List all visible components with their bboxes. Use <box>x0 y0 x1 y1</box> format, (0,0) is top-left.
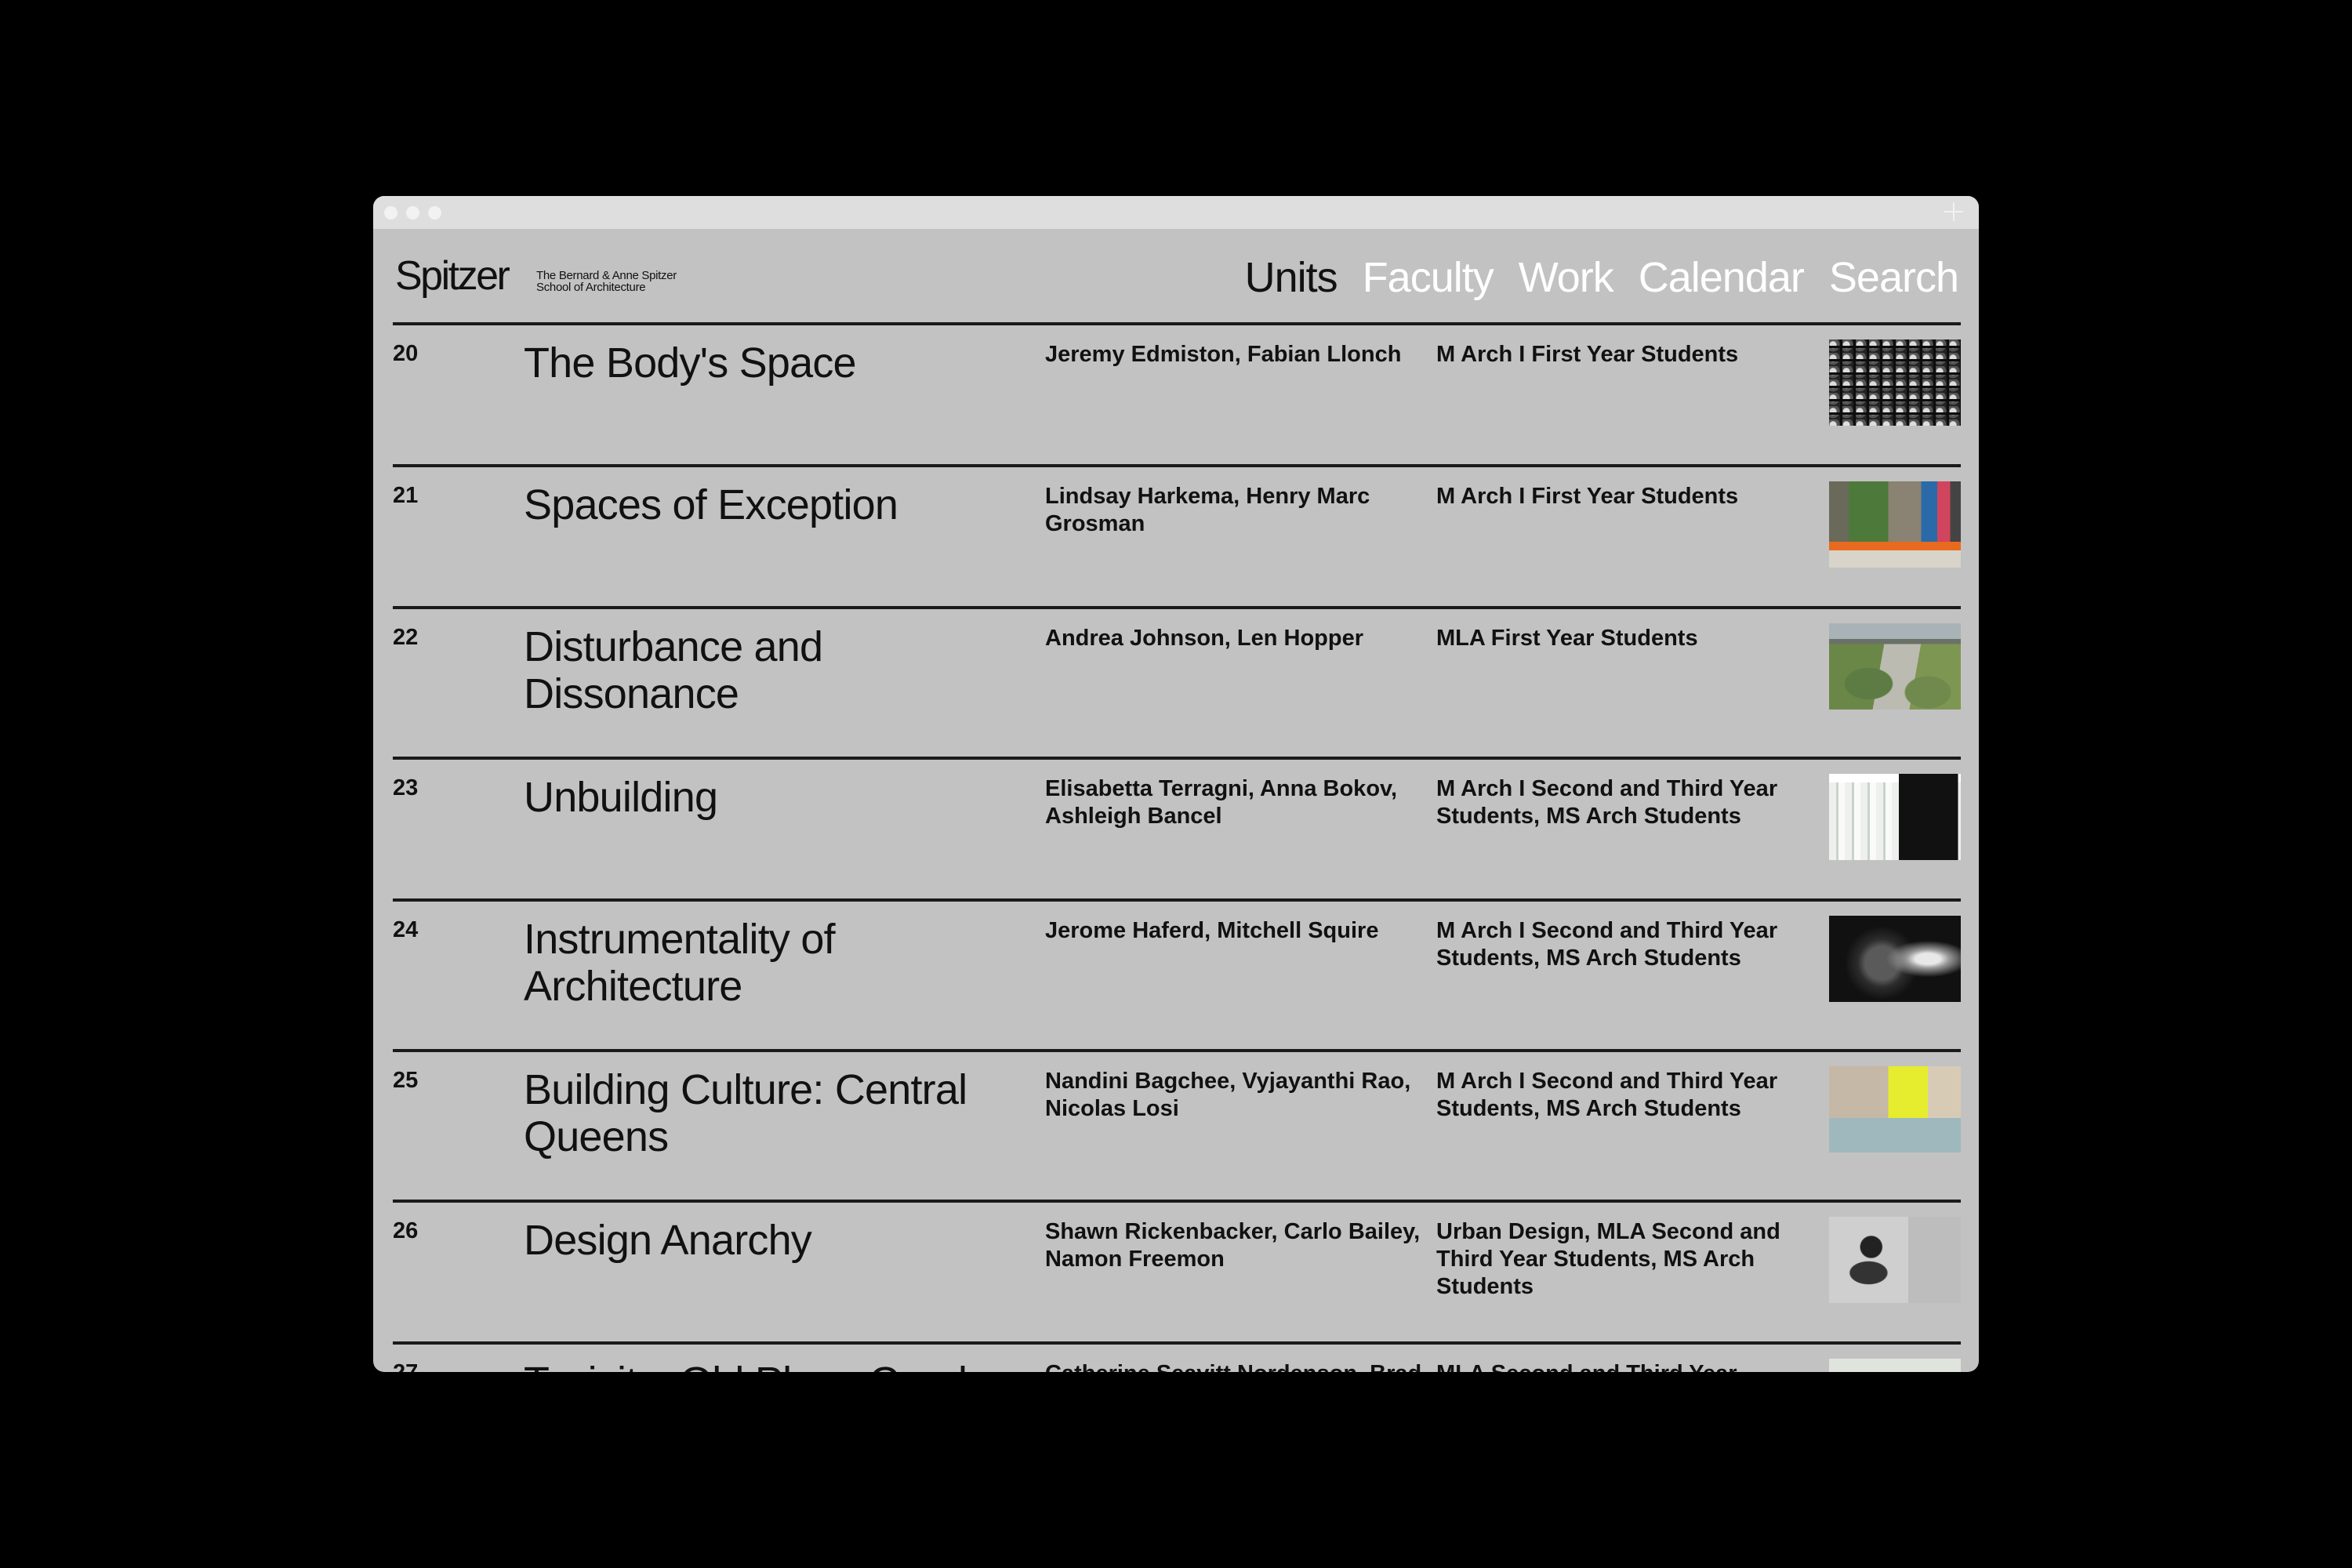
unit-number: 24 <box>393 917 419 942</box>
park-landscape-image[interactable] <box>1829 623 1961 710</box>
nav-search[interactable]: Search <box>1829 253 1959 302</box>
unit-faculty: Andrea Johnson, Len Hopper <box>1045 626 1364 651</box>
unit-title[interactable]: Design Anarchy <box>524 1217 1025 1264</box>
unit-number: 23 <box>393 775 419 800</box>
close-window-icon[interactable] <box>384 206 397 220</box>
list-item[interactable]: 27 Toxicity: Old Place Creek Catherine S… <box>393 1341 1961 1372</box>
list-item[interactable]: 20 The Body's Space Jeremy Edmiston, Fab… <box>393 322 1961 464</box>
unit-title[interactable]: Building Culture: Central Queens <box>524 1066 1025 1160</box>
unit-faculty: Jerome Haferd, Mitchell Squire <box>1045 918 1379 943</box>
unit-students: M Arch I Second and Third Year Students,… <box>1436 776 1778 829</box>
units-list: 20 The Body's Space Jeremy Edmiston, Fab… <box>393 322 1961 1372</box>
unit-title[interactable]: Unbuilding <box>524 774 1025 821</box>
unit-number: 20 <box>393 341 419 366</box>
nav-work[interactable]: Work <box>1519 253 1614 302</box>
pinup-board-image[interactable] <box>1829 774 1961 860</box>
protest-signs-image[interactable] <box>1829 1066 1961 1152</box>
mural-image[interactable] <box>1829 1217 1961 1303</box>
unit-faculty: Jeremy Edmiston, Fabian Llonch <box>1045 342 1402 367</box>
unit-faculty: Catherine Seavitt Nordenson, Brad <box>1045 1360 1437 1372</box>
unit-students: M Arch I First Year Students <box>1436 342 1739 367</box>
list-item[interactable]: 26 Design Anarchy Shawn Rickenbacker, Ca… <box>393 1200 1961 1341</box>
list-item[interactable]: 25 Building Culture: Central Queens Nand… <box>393 1049 1961 1200</box>
unit-students: M Arch I Second and Third Year Students,… <box>1436 918 1778 971</box>
minimize-window-icon[interactable] <box>406 206 419 220</box>
unit-faculty: Shawn Rickenbacker, Carlo Bailey, Namon … <box>1045 1219 1421 1272</box>
unit-students: MLA First Year Students <box>1436 626 1698 651</box>
unit-students: Urban Design, MLA Second and Third Year … <box>1436 1219 1780 1299</box>
unit-faculty: Elisabetta Terragni, Anna Bokov, Ashleig… <box>1045 776 1398 829</box>
logo-subtitle: The Bernard & Anne Spitzer School of Arc… <box>536 270 677 293</box>
street-plaza-image[interactable] <box>1829 481 1961 568</box>
logo-subtitle-line2: School of Architecture <box>536 281 646 294</box>
dark-object-image[interactable] <box>1829 916 1961 1002</box>
unit-title[interactable]: Spaces of Exception <box>524 481 1025 528</box>
maximize-window-icon[interactable] <box>428 206 441 220</box>
unit-number: 22 <box>393 625 419 650</box>
browser-window: Spitzer The Bernard & Anne Spitzer Schoo… <box>373 196 1979 1372</box>
contact-sheet-image[interactable] <box>1829 339 1961 426</box>
main-nav: Units Faculty Work Calendar Search <box>1245 252 1959 303</box>
unit-students: M Arch I Second and Third Year Students,… <box>1436 1069 1778 1121</box>
unit-number: 26 <box>393 1218 419 1243</box>
unit-title[interactable]: Disturbance and Dissonance <box>524 623 1025 717</box>
nav-calendar[interactable]: Calendar <box>1639 253 1805 302</box>
nav-units[interactable]: Units <box>1245 253 1338 302</box>
list-item[interactable]: 22 Disturbance and Dissonance Andrea Joh… <box>393 606 1961 757</box>
unit-number: 25 <box>393 1068 419 1093</box>
new-tab-icon[interactable] <box>1943 201 1965 223</box>
list-item[interactable]: 23 Unbuilding Elisabetta Terragni, Anna … <box>393 757 1961 898</box>
unit-title[interactable]: The Body's Space <box>524 339 1025 387</box>
unit-title[interactable]: Toxicity: Old Place Creek <box>524 1359 1025 1372</box>
unit-students: MLA Second and Third Year <box>1436 1360 1813 1372</box>
unit-faculty: Lindsay Harkema, Henry Marc Grosman <box>1045 484 1370 536</box>
unit-number: 27 <box>393 1360 418 1372</box>
nav-faculty[interactable]: Faculty <box>1363 253 1494 302</box>
list-item[interactable]: 21 Spaces of Exception Lindsay Harkema, … <box>393 464 1961 606</box>
unit-faculty: Nandini Bagchee, Vyjayanthi Rao, Nicolas… <box>1045 1069 1411 1121</box>
wetland-image[interactable] <box>1829 1359 1961 1372</box>
unit-number: 21 <box>393 483 419 508</box>
logo-wordmark: Spitzer <box>395 253 510 299</box>
title-bar <box>373 196 1979 229</box>
list-item[interactable]: 24 Instrumentality of Architecture Jerom… <box>393 898 1961 1049</box>
unit-title[interactable]: Instrumentality of Architecture <box>524 916 1025 1010</box>
unit-students: M Arch I First Year Students <box>1436 484 1739 509</box>
